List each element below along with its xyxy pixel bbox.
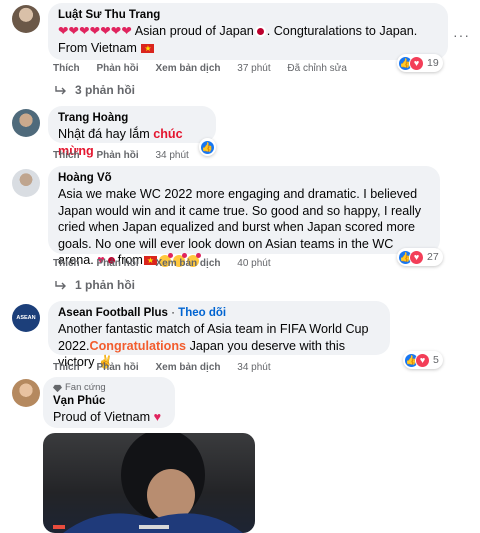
reply-link[interactable]: Phản hồi	[96, 63, 138, 74]
highlight-text: Congratulations	[89, 338, 187, 353]
reply-link[interactable]: Phản hồi	[96, 258, 138, 269]
comment-author: Asean Football Plus · Theo dõi	[58, 306, 380, 321]
more-options-icon[interactable]: ···	[453, 27, 470, 43]
reaction-count: 19	[427, 57, 439, 69]
like-link[interactable]: Thích	[53, 63, 80, 74]
avatar-logo-text: ASEAN	[16, 315, 36, 321]
avatar[interactable]	[12, 5, 40, 33]
reaction-summary[interactable]: 👍 ♥ 5	[403, 351, 443, 369]
vietnam-flag-icon	[141, 41, 155, 57]
edited-label: Đã chỉnh sửa	[287, 63, 347, 74]
love-reaction-icon: ♥	[409, 55, 424, 71]
reply-link[interactable]: Phản hồi	[96, 150, 138, 161]
like-link[interactable]: Thích	[53, 362, 80, 373]
comment-text: Asia we make WC 2022 more engaging and d…	[58, 186, 430, 270]
reply-arrow-icon	[55, 86, 66, 95]
hearts-emoji: ❤❤❤❤❤❤❤	[58, 24, 132, 38]
timestamp[interactable]: 40 phút	[237, 258, 270, 269]
reaction-count: 27	[427, 251, 439, 263]
comment-author[interactable]: Luật Sư Thu Trang	[58, 8, 438, 23]
diamond-icon	[53, 384, 62, 392]
comment-bubble: Asean Football Plus · Theo dõi Another f…	[48, 301, 390, 369]
view-replies-link[interactable]: 3 phản hồi	[55, 83, 135, 97]
comment-actions: Thích Phản hồi Xem bản dịch 37 phút Đã c…	[53, 63, 361, 74]
japan-flag-icon	[256, 28, 264, 36]
reaction-count: 5	[433, 354, 439, 366]
heart-emoji: ♥	[153, 410, 162, 424]
avatar[interactable]	[12, 109, 40, 137]
like-link[interactable]: Thích	[53, 258, 80, 269]
avatar[interactable]	[12, 169, 40, 197]
comment-actions: Thích Phản hồi Xem bản dịch 40 phút	[53, 258, 285, 269]
translate-link[interactable]: Xem bản dịch	[155, 362, 220, 373]
reaction-summary[interactable]: 👍 ♥ 19	[397, 54, 443, 72]
author-name[interactable]: Asean Football Plus	[58, 307, 168, 319]
comment-author[interactable]: Hoàng Võ	[58, 171, 430, 186]
separator-dot: ·	[171, 307, 175, 319]
translate-link[interactable]: Xem bản dịch	[155, 63, 220, 74]
avatar[interactable]: ASEAN	[12, 304, 40, 332]
comment-text: Proud of Vietnam ♥	[53, 410, 162, 424]
comment-bubble: Luật Sư Thu Trang ❤❤❤❤❤❤❤ Asian proud of…	[48, 3, 448, 60]
avatar[interactable]	[12, 379, 40, 407]
love-reaction-icon: ♥	[415, 352, 430, 368]
comment-author[interactable]: Vạn Phúc	[53, 394, 165, 409]
comment-bubble: Trang Hoàng Nhật đá hay lắm chúc mừng	[48, 106, 216, 158]
timestamp[interactable]: 34 phút	[237, 362, 270, 373]
love-reaction-icon: ♥	[409, 249, 424, 265]
view-replies-link[interactable]: 1 phản hồi	[55, 278, 135, 292]
timestamp[interactable]: 37 phút	[237, 63, 270, 74]
like-link[interactable]: Thích	[53, 150, 80, 161]
attached-photo[interactable]	[43, 433, 255, 533]
comment-actions: Thích Phản hồi Xem bản dịch 34 phút	[53, 362, 285, 373]
comment-bubble: Hoàng Võ Asia we make WC 2022 more engag…	[48, 166, 440, 270]
reply-link[interactable]: Phản hồi	[96, 362, 138, 373]
timestamp[interactable]: 34 phút	[155, 150, 188, 161]
reaction-summary[interactable]: 👍 ♥ 27	[397, 248, 443, 266]
reply-arrow-icon	[55, 281, 66, 290]
comment-actions: Thích Phản hồi 34 phút	[53, 150, 203, 161]
player-photo	[53, 433, 243, 533]
comment-author[interactable]: Trang Hoàng	[58, 111, 206, 126]
top-fan-badge: Fan cứng	[53, 382, 165, 394]
follow-link[interactable]: Theo dõi	[178, 307, 226, 319]
translate-link[interactable]: Xem bản dịch	[155, 258, 220, 269]
comment-text: ❤❤❤❤❤❤❤ Asian proud of Japan. Congturala…	[58, 23, 438, 57]
comment-bubble: Fan cứng Vạn Phúc Proud of Vietnam ♥	[43, 377, 175, 428]
